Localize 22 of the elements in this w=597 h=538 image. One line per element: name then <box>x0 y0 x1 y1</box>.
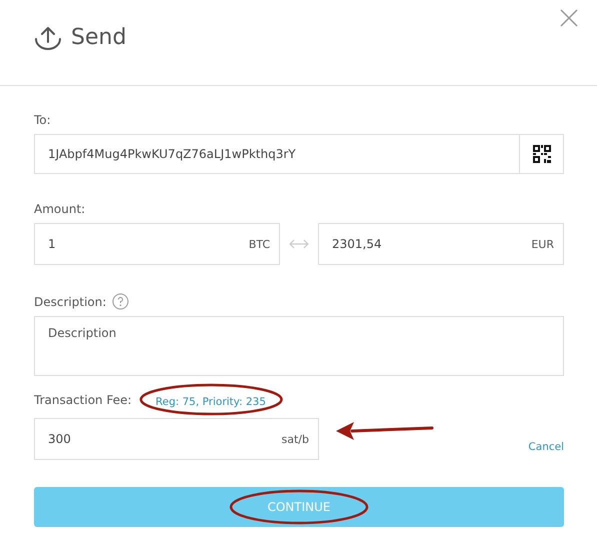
upload-icon <box>34 26 62 50</box>
field-label: Transaction Fee: <box>34 392 132 406</box>
qr-code-icon <box>532 145 550 163</box>
close-icon[interactable] <box>560 9 578 27</box>
field-label: Description: <box>34 294 106 308</box>
description-field[interactable]: Description <box>34 316 564 376</box>
btc-amount-input[interactable]: 1 <box>35 236 249 252</box>
field-label: Amount: <box>34 202 86 216</box>
address-input[interactable]: 1JAbpf4Mug4PkwKU7qZ76aLJ1wPkthq3rY <box>35 146 519 162</box>
field-label: To: <box>34 113 52 127</box>
fee-input[interactable]: 300 <box>35 431 282 447</box>
address-field[interactable]: 1JAbpf4Mug4PkwKU7qZ76aLJ1wPkthq3rY <box>34 134 564 174</box>
unit-label: BTC <box>248 238 272 250</box>
unit-label: sat/b <box>282 432 310 446</box>
btc-amount-field[interactable]: 1 BTC <box>34 223 280 265</box>
help-icon[interactable] <box>112 293 130 310</box>
dialog-title: Send <box>71 25 126 50</box>
exchange-arrows-icon <box>289 239 309 249</box>
fiat-amount-input[interactable]: 2301,54 <box>318 236 532 252</box>
fiat-amount-field[interactable]: 2301,54 EUR <box>318 223 564 265</box>
unit-label: EUR <box>531 238 556 250</box>
fee-field[interactable]: 300 sat/b <box>34 418 319 460</box>
